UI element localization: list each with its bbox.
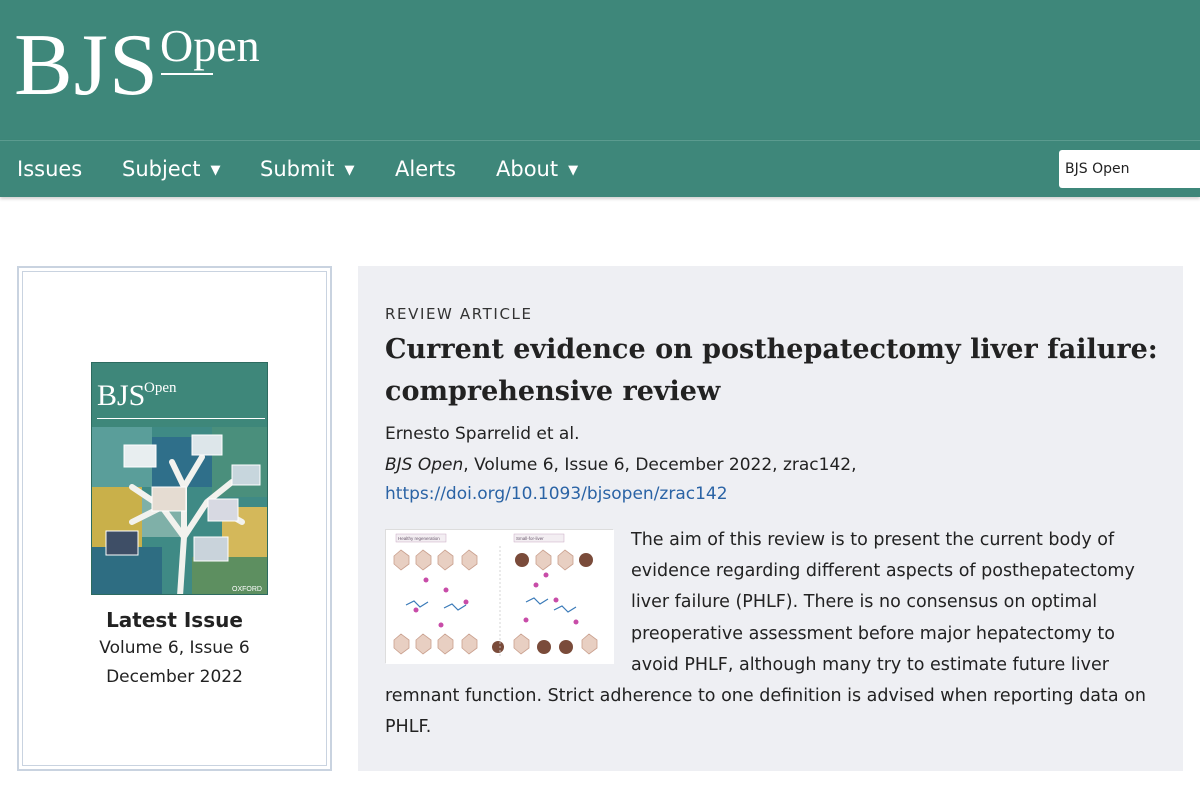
article-authors: Ernesto Sparrelid et al.	[385, 424, 580, 444]
latest-issue-volume: Volume 6, Issue 6	[99, 638, 250, 658]
issue-cover-image[interactable]: BJS Open OXFORD	[91, 362, 268, 595]
nav-label: About	[496, 157, 559, 181]
cover-artwork: OXFORD	[92, 427, 267, 594]
cover-publisher: OXFORD	[232, 586, 262, 593]
nav-label: Alerts	[395, 157, 456, 181]
citation-details: , Volume 6, Issue 6, December 2022, zrac…	[463, 455, 857, 475]
doi-link[interactable]: https://doi.org/10.1093/bjsopen/zrac142	[385, 484, 728, 504]
chevron-down-icon: ▼	[210, 163, 221, 178]
site-header: BJS Open	[0, 0, 1200, 140]
article-title[interactable]: Current evidence on posthepatectomy live…	[385, 329, 1165, 413]
thumb-label-right: Small-for-liver	[516, 536, 544, 541]
site-logo[interactable]: BJS Open	[14, 18, 284, 118]
nav-item-issues[interactable]: Issues	[17, 141, 82, 197]
logo-suffix: Open	[160, 20, 260, 71]
nav-item-about[interactable]: About ▼	[496, 141, 578, 197]
latest-issue-card: BJS Open OXFORD Latest Issue Volume 6, I…	[17, 266, 332, 771]
journal-name: BJS Open	[385, 455, 464, 475]
logo-rule	[161, 73, 213, 75]
latest-issue-date: December 2022	[106, 667, 243, 687]
cover-wordmark: BJS	[97, 379, 146, 412]
article-abstract: Healthy regeneration Small-for-liver The…	[385, 525, 1155, 743]
nav-label: Issues	[17, 157, 83, 181]
nav-item-alerts[interactable]: Alerts	[395, 141, 456, 197]
featured-article: REVIEW ARTICLE Current evidence on posth…	[358, 266, 1183, 771]
nav-item-subject[interactable]: Subject ▼	[122, 141, 221, 197]
search-scope-select[interactable]: BJS Open	[1059, 150, 1200, 188]
nav-item-submit[interactable]: Submit ▼	[260, 141, 355, 197]
graphical-abstract-thumbnail[interactable]: Healthy regeneration Small-for-liver	[385, 529, 614, 664]
chevron-down-icon: ▼	[344, 163, 355, 178]
thumb-label-left: Healthy regeneration	[398, 536, 440, 541]
article-citation: BJS Open, Volume 6, Issue 6, December 20…	[385, 455, 857, 475]
nav-label: Subject	[122, 157, 201, 181]
logo-wordmark: BJS	[14, 17, 159, 114]
main-nav: Issues Subject ▼ Submit ▼ Alerts About ▼ BJ…	[0, 140, 1200, 197]
article-type: REVIEW ARTICLE	[385, 305, 533, 323]
chevron-down-icon: ▼	[568, 163, 579, 178]
cover-suffix: Open	[144, 380, 177, 396]
nav-label: Submit	[260, 157, 335, 181]
latest-issue-heading[interactable]: Latest Issue	[23, 608, 326, 632]
